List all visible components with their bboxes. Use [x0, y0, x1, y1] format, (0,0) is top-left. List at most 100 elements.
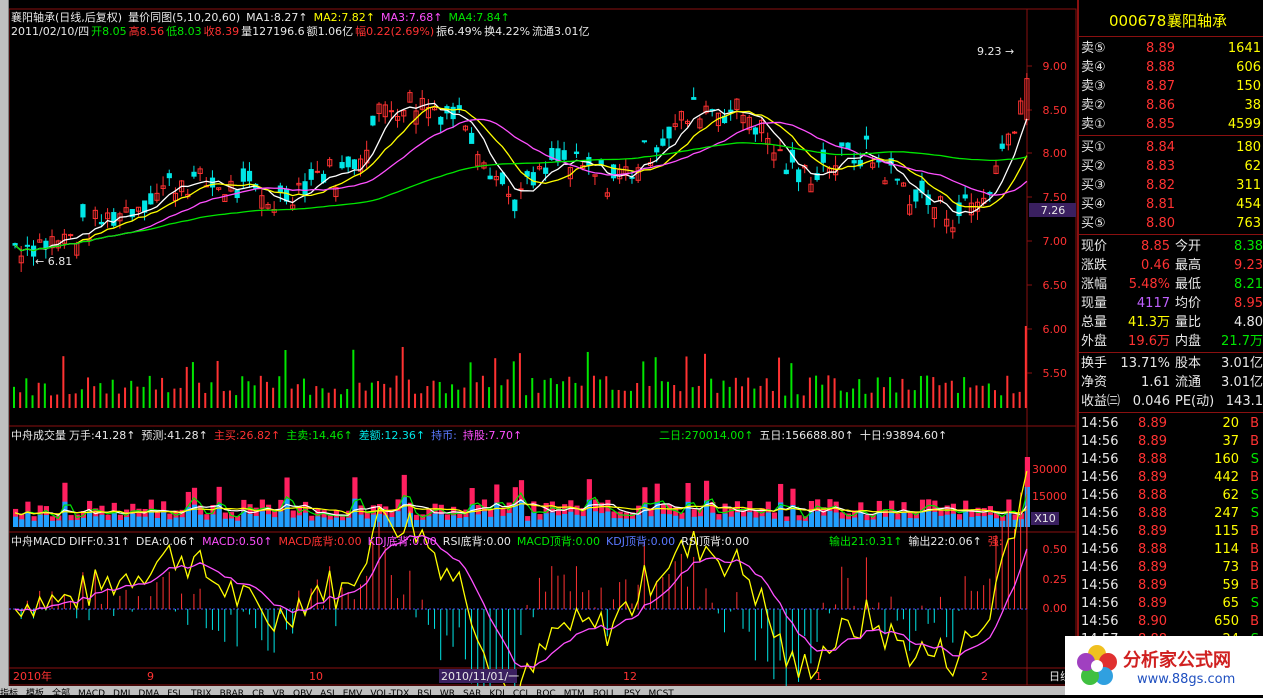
indicator-tab[interactable]: MTM	[564, 689, 585, 696]
tick-row[interactable]: 14:56 8.89 20 B	[1079, 414, 1263, 433]
tick-row[interactable]: 14:56 8.89 73 B	[1079, 558, 1263, 577]
tick-row[interactable]: 14:56 8.88 247 S	[1079, 504, 1263, 523]
indicator-tab[interactable]: 指标	[0, 689, 18, 696]
tick-row[interactable]: 14:56 8.89 59 B	[1079, 576, 1263, 595]
left-toolbar-strip[interactable]	[0, 0, 9, 695]
vol-wanshou: 万手:41.28↑	[69, 429, 136, 442]
stat-value: 4.80	[1234, 315, 1263, 330]
volume-bar	[19, 392, 22, 408]
volume-panel-bar-blue	[327, 519, 333, 527]
volume-bar	[31, 395, 34, 408]
indicator-tab[interactable]: PSY	[624, 689, 641, 696]
indicator-tab[interactable]: RSI	[417, 689, 432, 696]
indicator-tab[interactable]: CR	[252, 689, 265, 696]
volume-bar	[111, 379, 114, 408]
tick-price: 8.89	[1138, 434, 1167, 449]
rsi-bottom-div: RSI底背:0.00	[442, 535, 511, 548]
volume-panel-bar-blue	[956, 519, 963, 527]
indicator-tab[interactable]: BOLL	[593, 689, 616, 696]
tick-row[interactable]: 14:56 8.90 650 B	[1079, 612, 1263, 631]
ma1-value: MA1:8.27↑	[246, 11, 308, 24]
indicator-tab[interactable]: 模板	[26, 689, 44, 696]
volume-bar	[599, 379, 602, 408]
tick-row[interactable]: 14:56 8.89 65 S	[1079, 594, 1263, 613]
candle-body	[277, 185, 283, 193]
volume-panel-bar-blue	[179, 517, 185, 527]
kline-chart-area[interactable]: 9.00 8.50 8.00 7.50 7.00 6.50 6.00 5.50 7.26 9.23…	[9, 0, 1077, 695]
indicator-tab[interactable]: EMV	[343, 689, 363, 696]
volume-panel-bar-blue	[944, 514, 950, 527]
indicator-tab[interactable]: 全部	[52, 689, 70, 696]
stat-value: 0.46	[1141, 258, 1170, 273]
volume-panel-bar-blue	[136, 516, 142, 527]
tick-volume: 62	[1222, 488, 1239, 503]
indicator-tab[interactable]: SAR	[463, 689, 481, 696]
volume-bar	[574, 382, 577, 408]
indicator-tab[interactable]: ROC	[536, 689, 556, 696]
volume-panel-bar-blue	[25, 512, 31, 527]
indicator-tab[interactable]: DMA	[138, 689, 159, 696]
stat-value: 41.3万	[1128, 315, 1170, 330]
sell-level-1: 卖① 8.85 4599	[1079, 115, 1263, 134]
volume-panel-bar-blue	[827, 511, 833, 527]
volume-panel-bar-blue	[839, 518, 845, 527]
indicator-tab[interactable]: KDJ	[489, 689, 505, 696]
volume-panel-bar-blue	[414, 520, 420, 527]
volume-bar	[913, 390, 916, 408]
candle-body	[863, 135, 870, 140]
candle-body	[111, 212, 117, 226]
macd-out22: 输出22:0.06↑	[908, 535, 982, 548]
tick-row[interactable]: 14:56 8.89 442 B	[1079, 468, 1263, 487]
tick-row[interactable]: 14:56 8.88 114 B	[1079, 540, 1263, 559]
tick-side: S	[1250, 452, 1259, 467]
volume-bar	[734, 377, 737, 408]
indicator-tab[interactable]: MCST	[649, 689, 674, 696]
order-volume: 180	[1236, 140, 1261, 155]
volume-bar	[407, 379, 410, 408]
indicator-tab[interactable]: WR	[440, 689, 455, 696]
indicator-tab[interactable]: MACD	[78, 689, 105, 696]
volume-panel-bar-blue	[56, 520, 62, 527]
tick-row[interactable]: 14:56 8.88 62 S	[1079, 486, 1263, 505]
candle-body	[543, 167, 549, 174]
candle-body	[796, 169, 802, 183]
indicator-tab[interactable]: ASI	[320, 689, 335, 696]
order-volume: 4599	[1227, 117, 1261, 132]
quote-header: 000678 襄阳轴承	[1079, 12, 1263, 34]
indicator-tab[interactable]: VOL-TDX	[370, 689, 409, 696]
tick-volume: 20	[1222, 416, 1239, 431]
indicator-tab[interactable]: DMI	[113, 689, 130, 696]
volume-panel-bar-blue	[481, 511, 488, 527]
volume-panel-bar-blue	[753, 517, 759, 527]
indicator-tab[interactable]: OBV	[293, 689, 312, 696]
stat-value: 8.85	[1141, 239, 1170, 254]
kline-chart-canvas[interactable]: 9.00 8.50 8.00 7.50 7.00 6.50 6.00 5.50 7.26 9.23…	[9, 0, 1077, 695]
volume-bar	[1006, 375, 1009, 408]
indicator-tab[interactable]: FSL	[167, 689, 183, 696]
tick-volume: 650	[1214, 614, 1239, 629]
volume-panel-bar-blue	[444, 519, 451, 527]
volume-panel-bar-blue	[247, 513, 253, 527]
tick-row[interactable]: 14:56 8.89 37 B	[1079, 432, 1263, 451]
indicator-tab[interactable]: BRAR	[220, 689, 244, 696]
indicator-tab[interactable]: VR	[273, 689, 285, 696]
indicator-tab[interactable]: CCI	[513, 689, 528, 696]
stat-label: 换手	[1081, 356, 1108, 371]
order-label: 卖②	[1081, 98, 1106, 113]
volume-bar	[488, 387, 491, 408]
indicator-tab-bar[interactable]: 指标 模板 全部 MACD DMI DMA FSL TRIX BRAR CR VR OBV ASI EMV…	[0, 686, 1077, 695]
volume-bar	[259, 375, 262, 408]
volume-panel-bar-blue	[907, 518, 913, 527]
buy-level-4: 买④ 8.81 454	[1079, 195, 1263, 214]
volume-panel-bar-blue	[691, 516, 697, 527]
volume-panel-header: 中舟成交量 万手:41.28↑ 预测:41.28↑ 主买:26.82↑ 主卖:14.46…	[11, 429, 528, 442]
candle-body	[728, 109, 734, 113]
volume-panel-bar-blue	[315, 516, 321, 527]
volume-bar	[438, 381, 441, 408]
volume-bar	[352, 349, 355, 408]
tick-row[interactable]: 14:56 8.89 115 B	[1079, 522, 1263, 541]
volume-bar	[296, 384, 299, 408]
tick-row[interactable]: 14:56 8.88 160 S	[1079, 450, 1263, 469]
volume-bar	[469, 362, 472, 408]
indicator-tab[interactable]: TRIX	[191, 689, 212, 696]
